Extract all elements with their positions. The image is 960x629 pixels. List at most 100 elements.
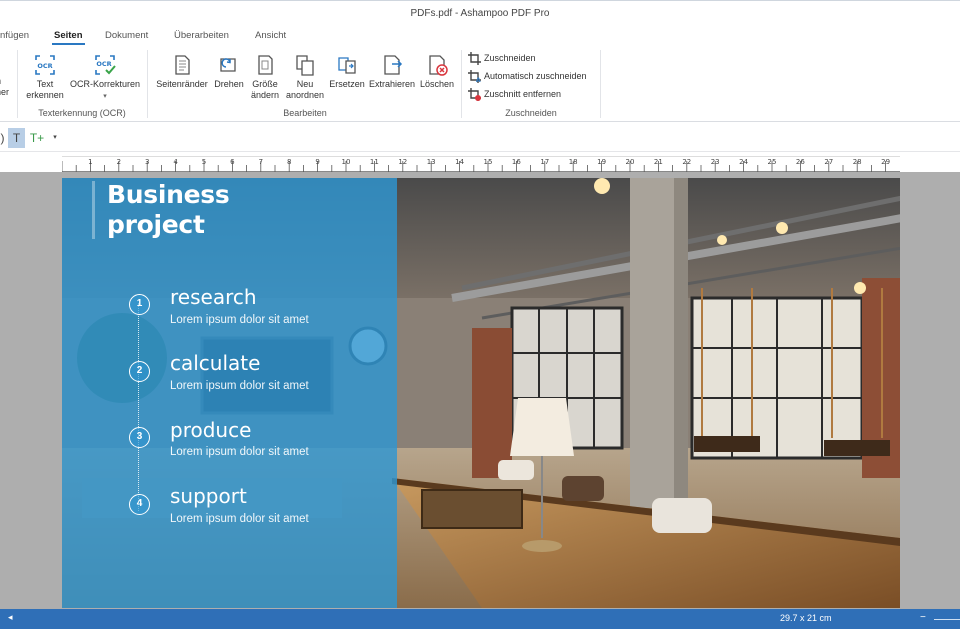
tab-einfuegen[interactable]: nfügen	[0, 30, 29, 41]
auto-crop-icon: A	[468, 70, 481, 84]
page-heading: Business project	[107, 180, 230, 240]
tab-ueberarbeiten[interactable]: Überarbeiten	[174, 30, 229, 41]
crop-button[interactable]: Zuschneiden	[468, 50, 536, 66]
status-bar: ◂ 29.7 x 21 cm −	[0, 609, 960, 629]
resize-icon	[258, 55, 273, 75]
zoom-slider[interactable]	[934, 619, 960, 620]
edit-group-label: Bearbeiten	[283, 108, 327, 118]
ruler-number: 2	[116, 158, 122, 166]
crop-group-label: Zuschneiden	[505, 108, 557, 118]
ruler-number: 7	[258, 158, 264, 166]
ocr-partial-label-bottom: her	[0, 87, 10, 97]
step-subtitle-1: Lorem ipsum dolor sit amet	[170, 314, 309, 326]
ribbon-separator	[17, 50, 18, 118]
replace-icon	[338, 57, 356, 74]
resize-label: Größe ändern	[250, 79, 280, 100]
ruler-number: 6	[230, 158, 235, 166]
extract-icon	[384, 55, 403, 75]
step-title-4: support	[170, 484, 247, 508]
ruler-number: 3	[144, 158, 150, 166]
toolbar-dropdown-icon[interactable]: ▾	[50, 128, 60, 148]
ruler-number: 20	[625, 158, 635, 166]
ruler-number: 25	[767, 158, 777, 166]
ruler-number: 17	[540, 158, 550, 166]
crop-icon	[468, 52, 481, 66]
ruler-number: 27	[824, 158, 834, 166]
ruler-number: 28	[852, 158, 862, 166]
zoom-out-icon[interactable]: −	[920, 612, 926, 623]
reorder-label: Neu anordnen	[285, 79, 325, 100]
ruler-number: 8	[286, 158, 292, 166]
pdf-page[interactable]: Business project 1 research Lorem ipsum …	[62, 178, 900, 608]
step-title-2: calculate	[170, 351, 261, 375]
heading-line-1: Business	[107, 180, 230, 209]
reorder-pages-icon	[296, 55, 314, 76]
heading-accent-bar	[92, 181, 95, 239]
step-subtitle-2: Lorem ipsum dolor sit amet	[170, 380, 309, 392]
crop-label: Zuschneiden	[484, 53, 536, 63]
ocr-corrections-button[interactable]: OCR OCR-Korrekturen ▾	[67, 54, 143, 102]
extract-label: Extrahieren	[368, 79, 416, 89]
ruler-number: 12	[398, 158, 408, 166]
reorder-button[interactable]: Neu anordnen	[284, 54, 326, 101]
delete-button[interactable]: Löschen	[418, 54, 456, 90]
rotate-button[interactable]: Drehen	[212, 54, 246, 90]
ocr-scan-icon: OCR	[35, 55, 55, 75]
horizontal-ruler: 1 2 3 4 5 6 7 8 9 10 11 12 13 14 15 16 17 18 19 20 21 22 23 24 2…	[62, 156, 900, 172]
resize-button[interactable]: Größe ändern	[248, 54, 282, 101]
ribbon-separator	[461, 50, 462, 118]
ruler-number: 11	[369, 158, 379, 166]
step-number-4: 4	[129, 494, 150, 515]
step-title-3: produce	[170, 418, 252, 442]
ruler-number: 9	[315, 158, 320, 166]
ocr-check-icon: OCR	[95, 55, 116, 75]
step-number-3: 3	[129, 427, 150, 448]
auto-crop-label: Automatisch zuschneiden	[484, 71, 587, 81]
step-subtitle-3: Lorem ipsum dolor sit amet	[170, 446, 309, 458]
ocr-partial-button[interactable]: n her	[0, 76, 14, 98]
step-title-1: research	[170, 285, 257, 309]
tab-dokument[interactable]: Dokument	[105, 30, 148, 41]
blue-overlay-panel: Business project 1 research Lorem ipsum …	[62, 178, 397, 608]
auto-crop-button[interactable]: A Automatisch zuschneiden	[468, 68, 587, 84]
timeline-line	[138, 303, 139, 511]
ruler-number: 19	[597, 158, 607, 166]
tab-ansicht[interactable]: Ansicht	[255, 30, 286, 41]
text-recognize-button[interactable]: OCR Text erkennen	[24, 54, 66, 101]
svg-text:OCR: OCR	[37, 62, 52, 70]
arrow-left-icon[interactable]: ◂	[8, 612, 13, 623]
svg-text:OCR: OCR	[96, 60, 111, 68]
ruler-number: 26	[795, 158, 805, 166]
ruler-number: 21	[653, 158, 663, 166]
toolbar-item-partial[interactable]: )	[0, 128, 5, 148]
ocr-partial-label-top: n	[0, 76, 1, 86]
ribbon-separator	[147, 50, 148, 118]
svg-text:A: A	[476, 77, 481, 83]
replace-button[interactable]: Ersetzen	[327, 54, 367, 90]
ribbon: n her OCR Text erkennen OCR OCR-Korrektu…	[0, 46, 960, 122]
ruler-number: 13	[426, 158, 436, 166]
ruler-number: 16	[511, 158, 521, 166]
rotate-label: Drehen	[214, 79, 244, 89]
remove-crop-button[interactable]: Zuschnitt entfernen	[468, 86, 561, 102]
ruler-number: 15	[483, 158, 493, 166]
replace-label: Ersetzen	[329, 79, 365, 89]
add-text-button[interactable]: T+	[28, 128, 46, 148]
ruler-number: 10	[341, 158, 351, 166]
page-size-readout: 29.7 x 21 cm	[780, 613, 832, 623]
tab-seiten[interactable]: Seiten	[52, 30, 85, 45]
chevron-down-icon: ▾	[103, 93, 107, 100]
secondary-toolbar: ) T T+ ▾	[0, 122, 960, 152]
ocr-corrections-label: OCR-Korrekturen	[69, 79, 141, 89]
ocr-group-label: Texterkennung (OCR)	[38, 108, 126, 118]
text-recognize-label: Text erkennen	[26, 79, 64, 100]
extract-button[interactable]: Extrahieren	[367, 54, 417, 90]
ruler-number: 5	[201, 158, 207, 166]
ruler-number: 23	[710, 158, 720, 166]
heading-line-2: project	[107, 210, 205, 239]
text-tool-button[interactable]: T	[8, 128, 25, 148]
ruler-number: 1	[88, 158, 93, 166]
page-margins-button[interactable]: Seitenränder	[152, 54, 212, 90]
remove-crop-label: Zuschnitt entfernen	[484, 89, 562, 99]
delete-label: Löschen	[419, 79, 455, 89]
